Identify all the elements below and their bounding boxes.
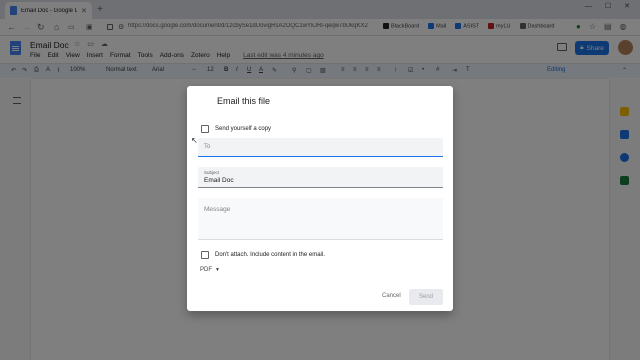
dont-attach-checkbox[interactable] [201,251,209,259]
format-dropdown[interactable]: PDF ▼ [200,267,220,273]
cancel-button[interactable]: Cancel [382,293,401,299]
email-file-dialog: Email this file Send yourself a copy To … [187,86,453,311]
subject-value: Email Doc [204,177,234,184]
message-placeholder: Message [204,206,231,213]
dropdown-arrow-icon: ▼ [215,267,220,273]
dialog-title: Email this file [217,96,271,106]
to-field[interactable]: To [198,138,443,157]
to-placeholder: To [204,144,211,150]
mouse-cursor-icon: ↖ [191,136,198,145]
send-copy-checkbox[interactable] [201,125,209,133]
format-value: PDF [200,267,212,273]
send-copy-label: Send yourself a copy [215,126,272,132]
subject-field[interactable]: Subject Email Doc [198,167,443,188]
subject-label: Subject [204,170,220,175]
send-button[interactable]: Send [409,289,443,305]
send-label: Send [418,294,433,300]
message-field[interactable]: Message [198,198,443,240]
dont-attach-label: Don't attach. Include content in the ema… [215,252,325,258]
